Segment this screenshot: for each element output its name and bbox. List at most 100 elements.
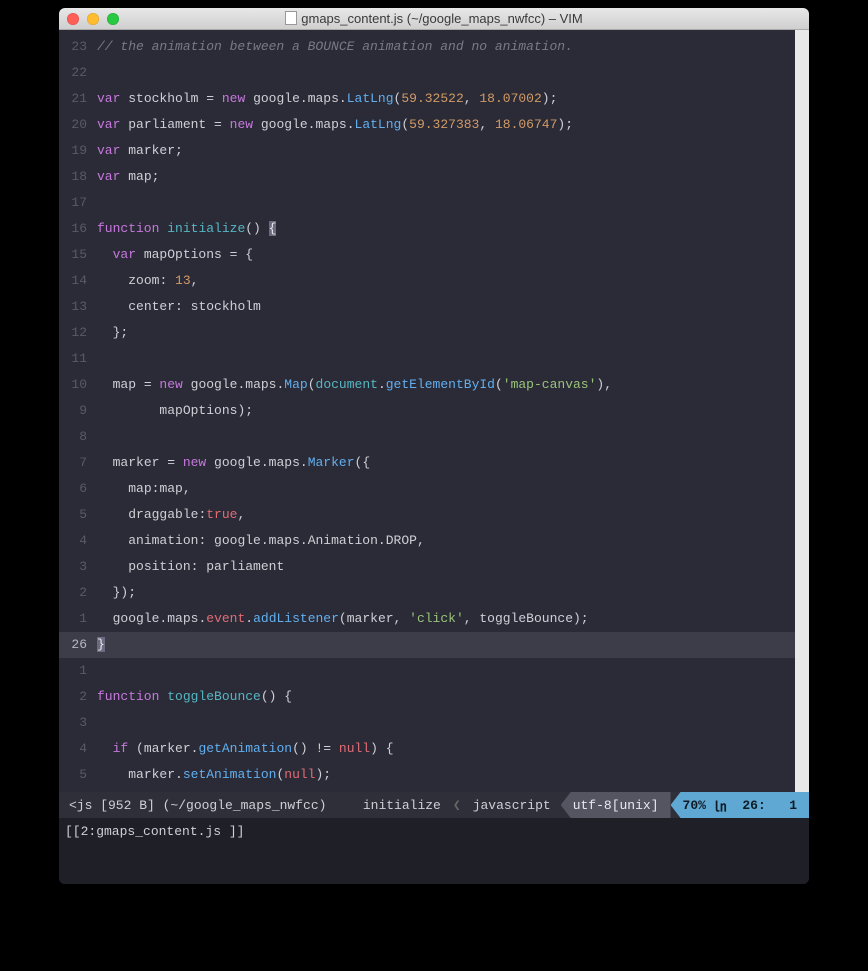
code-line[interactable]: 6 map:map,	[59, 476, 795, 502]
code-content[interactable]	[97, 710, 795, 736]
code-line[interactable]: 15 var mapOptions = {	[59, 242, 795, 268]
code-content[interactable]: var mapOptions = {	[97, 242, 795, 268]
status-col: 1	[789, 798, 797, 813]
code-line[interactable]: 5 marker.setAnimation(null);	[59, 762, 795, 788]
code-content[interactable]: function toggleBounce() {	[97, 684, 795, 710]
code-line[interactable]: 7 marker = new google.maps.Marker({	[59, 450, 795, 476]
code-content[interactable]: draggable:true,	[97, 502, 795, 528]
line-number: 15	[59, 242, 97, 268]
line-number: 13	[59, 294, 97, 320]
line-number: 22	[59, 60, 97, 86]
code-content[interactable]: marker.setAnimation(null);	[97, 762, 795, 788]
window-title-text: gmaps_content.js (~/google_maps_nwfcc) –…	[301, 11, 582, 26]
code-content[interactable]: center: stockholm	[97, 294, 795, 320]
code-line[interactable]: 1	[59, 658, 795, 684]
code-line[interactable]: 13 center: stockholm	[59, 294, 795, 320]
line-number: 10	[59, 372, 97, 398]
line-number: 2	[59, 580, 97, 606]
code-line[interactable]: 2function toggleBounce() {	[59, 684, 795, 710]
code-line[interactable]: 10 map = new google.maps.Map(document.ge…	[59, 372, 795, 398]
code-line[interactable]: 9 mapOptions);	[59, 398, 795, 424]
code-content[interactable]: var marker;	[97, 138, 795, 164]
code-content[interactable]: animation: google.maps.Animation.DROP,	[97, 528, 795, 554]
line-number: 3	[59, 554, 97, 580]
scrollbar[interactable]	[795, 30, 809, 792]
file-icon	[285, 11, 297, 25]
status-funcname: initialize	[353, 798, 451, 813]
code-line[interactable]: 22	[59, 60, 795, 86]
code-line[interactable]: 20var parliament = new google.maps.LatLn…	[59, 112, 795, 138]
code-content[interactable]: // the animation between a BOUNCE animat…	[97, 34, 795, 60]
window-title: gmaps_content.js (~/google_maps_nwfcc) –…	[59, 11, 809, 26]
close-icon[interactable]	[67, 13, 79, 25]
titlebar[interactable]: gmaps_content.js (~/google_maps_nwfcc) –…	[59, 8, 809, 30]
code-content[interactable]: }	[97, 632, 795, 658]
line-number: 6	[59, 476, 97, 502]
code-content[interactable]: map:map,	[97, 476, 795, 502]
zoom-icon[interactable]	[107, 13, 119, 25]
code-line[interactable]: 4 animation: google.maps.Animation.DROP,	[59, 528, 795, 554]
line-number: 7	[59, 450, 97, 476]
line-number: 23	[59, 34, 97, 60]
ln-icon: ㏑	[714, 796, 727, 815]
code-editor[interactable]: 23// the animation between a BOUNCE anim…	[59, 30, 795, 792]
line-number: 5	[59, 762, 97, 788]
code-content[interactable]: map = new google.maps.Map(document.getEl…	[97, 372, 795, 398]
code-content[interactable]: function initialize() {	[97, 216, 795, 242]
code-line[interactable]: 3 position: parliament	[59, 554, 795, 580]
code-line[interactable]: 14 zoom: 13,	[59, 268, 795, 294]
code-line[interactable]: 26}	[59, 632, 795, 658]
code-line[interactable]: 3	[59, 710, 795, 736]
code-content[interactable]: };	[97, 320, 795, 346]
code-content[interactable]	[97, 424, 795, 450]
code-content[interactable]: var map;	[97, 164, 795, 190]
code-content[interactable]	[97, 190, 795, 216]
code-content[interactable]	[97, 346, 795, 372]
code-line[interactable]: 2 });	[59, 580, 795, 606]
line-number: 11	[59, 346, 97, 372]
statusline: <js [952 B] (~/google_maps_nwfcc) initia…	[59, 792, 809, 818]
code-content[interactable]: position: parliament	[97, 554, 795, 580]
code-content[interactable]: google.maps.event.addListener(marker, 'c…	[97, 606, 795, 632]
line-number: 8	[59, 424, 97, 450]
status-position: 70% ㏑ 26: 1	[671, 792, 809, 818]
code-content[interactable]: marker = new google.maps.Marker({	[97, 450, 795, 476]
code-line[interactable]: 11	[59, 346, 795, 372]
status-fileinfo: <js [952 B] (~/google_maps_nwfcc)	[59, 798, 336, 813]
separator-icon: ❮	[451, 798, 463, 813]
code-line[interactable]: 17	[59, 190, 795, 216]
code-line[interactable]: 19var marker;	[59, 138, 795, 164]
line-number: 3	[59, 710, 97, 736]
editor-area: 23// the animation between a BOUNCE anim…	[59, 30, 809, 792]
line-number: 20	[59, 112, 97, 138]
line-number: 12	[59, 320, 97, 346]
code-line[interactable]: 12 };	[59, 320, 795, 346]
code-line[interactable]: 4 if (marker.getAnimation() != null) {	[59, 736, 795, 762]
code-content[interactable]: mapOptions);	[97, 398, 795, 424]
code-content[interactable]: });	[97, 580, 795, 606]
code-line[interactable]: 16function initialize() {	[59, 216, 795, 242]
code-line[interactable]: 1 google.maps.event.addListener(marker, …	[59, 606, 795, 632]
code-content[interactable]: var parliament = new google.maps.LatLng(…	[97, 112, 795, 138]
code-content[interactable]: var stockholm = new google.maps.LatLng(5…	[97, 86, 795, 112]
line-number: 18	[59, 164, 97, 190]
minimize-icon[interactable]	[87, 13, 99, 25]
window: gmaps_content.js (~/google_maps_nwfcc) –…	[59, 8, 809, 884]
code-content[interactable]	[97, 60, 795, 86]
code-line[interactable]: 23// the animation between a BOUNCE anim…	[59, 34, 795, 60]
code-content[interactable]	[97, 658, 795, 684]
line-number: 26	[59, 632, 97, 658]
code-content[interactable]: zoom: 13,	[97, 268, 795, 294]
code-content[interactable]: if (marker.getAnimation() != null) {	[97, 736, 795, 762]
code-line[interactable]: 5 draggable:true,	[59, 502, 795, 528]
code-line[interactable]: 18var map;	[59, 164, 795, 190]
code-line[interactable]: 21var stockholm = new google.maps.LatLng…	[59, 86, 795, 112]
line-number: 9	[59, 398, 97, 424]
status-encoding: utf-8[unix]	[561, 792, 671, 818]
line-number: 2	[59, 684, 97, 710]
tabline: [[2:gmaps_content.js ]]	[59, 818, 809, 844]
line-number: 1	[59, 658, 97, 684]
code-line[interactable]: 8	[59, 424, 795, 450]
status-percent: 70%	[683, 798, 706, 813]
status-filetype: javascript	[463, 798, 561, 813]
